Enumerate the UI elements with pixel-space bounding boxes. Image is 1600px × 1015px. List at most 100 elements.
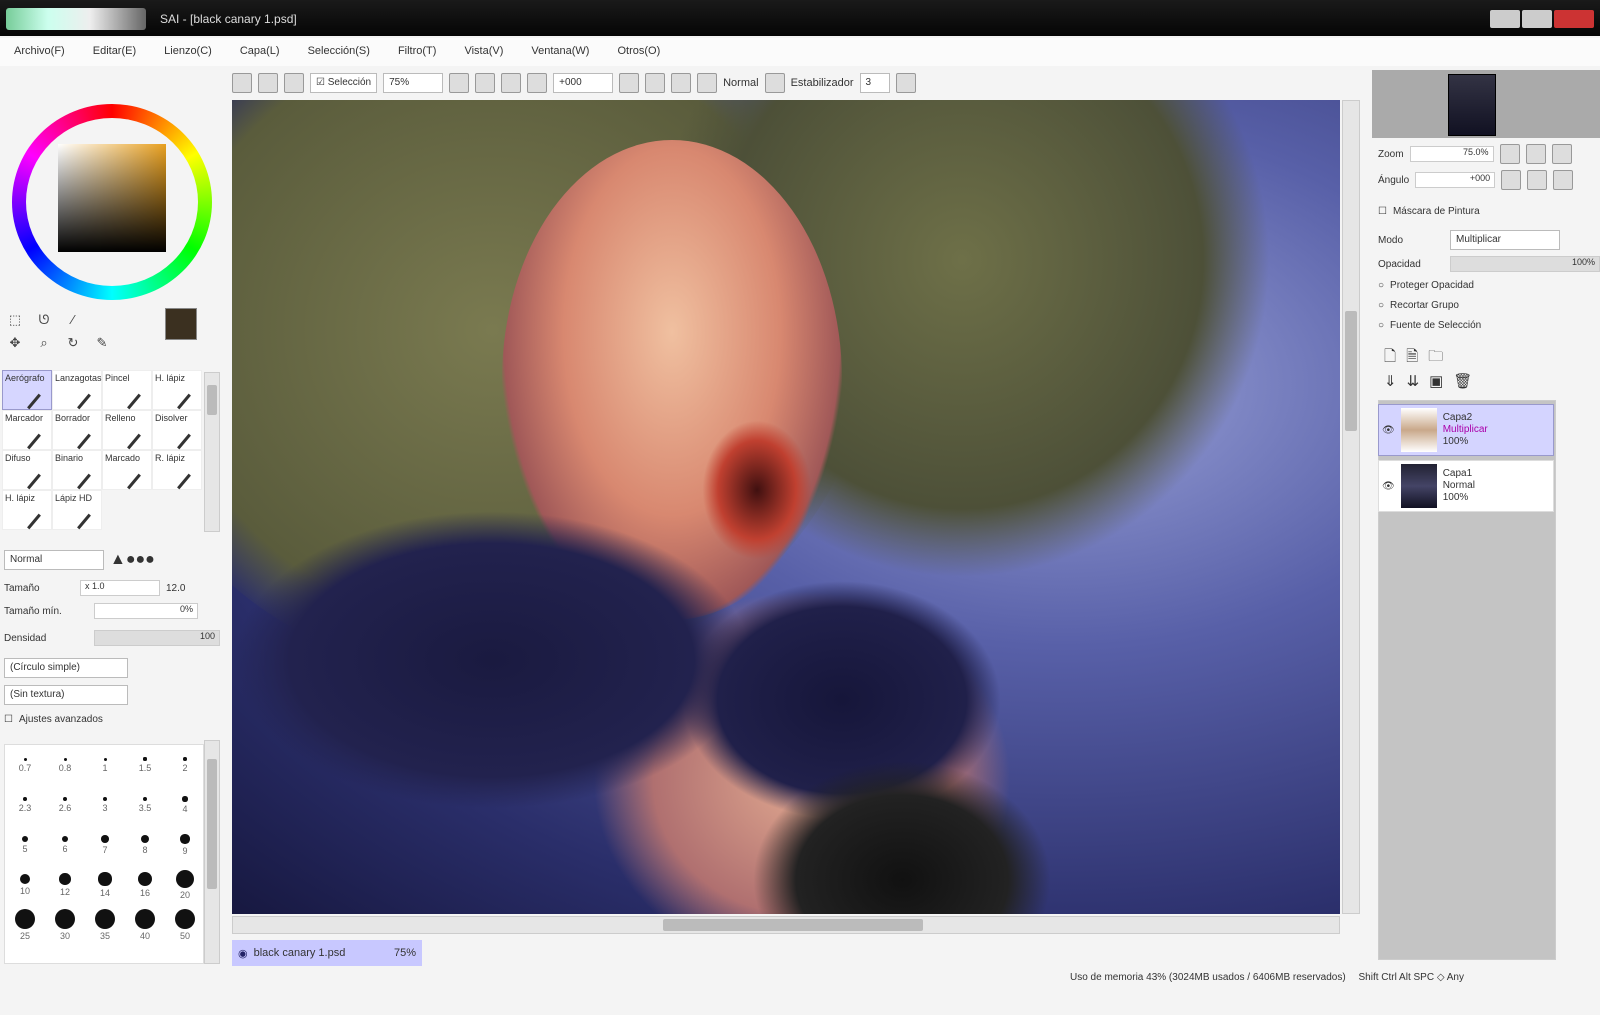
brush-size-option[interactable]: 2 [165,745,203,785]
invert-selection-button[interactable] [258,73,278,93]
rotate-reset-button[interactable] [671,73,692,93]
brush-scrollbar[interactable] [204,372,220,532]
brush-size-option[interactable]: 25 [5,905,45,945]
close-button[interactable] [1554,10,1594,28]
brush-size-option[interactable]: 1.5 [125,745,165,785]
minimize-button[interactable] [1490,10,1520,28]
brush-size-option[interactable]: 9 [165,825,203,865]
density-slider[interactable]: 100 [94,630,220,646]
eyedropper-icon[interactable]: ✎ [91,335,113,355]
brush-size-option[interactable]: 5 [5,825,45,865]
new-linework-layer-icon[interactable]: 🗎 [1406,346,1418,371]
menu-others[interactable]: Otros(O) [617,45,660,59]
menu-view[interactable]: Vista(V) [464,45,503,59]
brush-size-option[interactable]: 35 [85,905,125,945]
selection-source-row[interactable]: ○ Fuente de Selección [1378,320,1481,331]
brush-tip-shapes[interactable]: ▲●●● [110,551,155,569]
layer-item[interactable]: 👁 Capa1 Normal 100% [1378,460,1554,512]
canvas-vertical-scrollbar[interactable] [1342,100,1360,914]
blend-mode-select[interactable]: Normal [4,550,104,570]
protect-opacity-radio[interactable]: ○ [1378,280,1384,291]
brush-size-option[interactable]: 6 [45,825,85,865]
zoom-field[interactable]: 75% [383,73,444,93]
brush-size-option[interactable]: 0.7 [5,745,45,785]
drawing-canvas[interactable] [232,100,1340,914]
hide-selection-button[interactable] [284,73,304,93]
size-multiplier[interactable]: x 1.0 [80,580,160,596]
zoom-fit-button[interactable] [527,73,548,93]
min-size-slider[interactable]: 0% [94,603,198,619]
brush-size-option[interactable]: 20 [165,865,203,905]
menu-window[interactable]: Ventana(W) [531,45,589,59]
visibility-eye-icon[interactable]: 👁 [1382,481,1395,492]
nav-zoom-slider[interactable]: 75.0% [1409,146,1494,162]
layer-mode-select[interactable]: Multiplicar [1450,230,1560,250]
brush-size-option[interactable]: 2.3 [5,785,45,825]
brush-tool-slot[interactable]: Disolver [152,410,202,450]
zoom-icon[interactable]: ⌕ [33,335,55,355]
stabilizer-field[interactable]: 3 [859,73,890,93]
color-saturation-value-square[interactable] [58,144,166,252]
new-layer-icon[interactable]: 🗋 [1384,346,1396,371]
flip-button[interactable] [697,73,718,93]
new-folder-icon[interactable]: 🗀 [1428,346,1443,371]
brush-tool-slot[interactable]: H. lápiz [2,490,52,530]
brush-size-option[interactable]: 40 [125,905,165,945]
paint-mask-row[interactable]: ☐ Máscara de Pintura [1378,206,1480,217]
brush-size-option[interactable]: 2.6 [45,785,85,825]
menu-selection[interactable]: Selección(S) [308,45,370,59]
advanced-checkbox[interactable]: ☐ [4,714,13,725]
brush-tool-slot[interactable]: Relleno [102,410,152,450]
brush-tool-slot[interactable]: H. lápiz [152,370,202,410]
move-icon[interactable]: ✥ [4,335,26,355]
transfer-down-icon[interactable]: ⇓ [1384,372,1397,390]
visibility-eye-icon[interactable]: 👁 [1382,425,1395,436]
brush-size-option[interactable]: 8 [125,825,165,865]
brush-tool-slot[interactable]: Pincel [102,370,152,410]
selection-checkbox[interactable]: ☑ Selección [310,73,378,93]
brush-tool-slot[interactable]: Marcador [2,410,52,450]
menu-canvas[interactable]: Lienzo(C) [164,45,212,59]
menu-edit[interactable]: Editar(E) [93,45,136,59]
delete-layer-icon[interactable]: 🗑 [1453,372,1472,390]
paint-mask-checkbox[interactable]: ☐ [1378,206,1387,217]
brush-size-option[interactable]: 0.8 [45,745,85,785]
mode-dropdown[interactable] [764,73,785,93]
angle-field[interactable]: +000 [553,73,614,93]
selection-source-radio[interactable]: ○ [1378,320,1384,331]
brush-tool-slot[interactable]: Lanzagotas [52,370,102,410]
menu-file[interactable]: Archivo(F) [14,45,65,59]
menu-layer[interactable]: Capa(L) [240,45,280,59]
brush-size-option[interactable]: 14 [85,865,125,905]
layer-opacity-slider[interactable]: 100% [1450,256,1600,272]
magic-wand-icon[interactable]: ⁄ [62,312,84,332]
brush-size-option[interactable]: 4 [165,785,203,825]
brush-size-option[interactable]: 10 [5,865,45,905]
brush-size-option[interactable]: 3.5 [125,785,165,825]
brush-size-option[interactable]: 12 [45,865,85,905]
advanced-row[interactable]: ☐ Ajustes avanzados [4,714,103,725]
brush-size-option[interactable]: 7 [85,825,125,865]
zoom-reset-button[interactable] [501,73,522,93]
brush-tool-slot[interactable]: Aerógrafo [2,370,52,410]
rotate-left-button[interactable] [619,73,640,93]
menu-filter[interactable]: Filtro(T) [398,45,437,59]
layer-item[interactable]: 👁 Capa2 Multiplicar 100% [1378,404,1554,456]
maximize-button[interactable] [1522,10,1552,28]
brush-size-option[interactable]: 30 [45,905,85,945]
stabilizer-dropdown[interactable] [895,73,916,93]
canvas-horizontal-scrollbar[interactable] [232,916,1340,934]
rotate-right-button[interactable] [645,73,666,93]
protect-opacity-row[interactable]: ○ Proteger Opacidad [1378,280,1474,291]
rotate-icon[interactable]: ↻ [62,335,84,355]
brush-tool-slot[interactable]: Marcado [102,450,152,490]
zoom-out-button[interactable] [449,73,470,93]
deselect-button[interactable] [232,73,252,93]
brush-tool-slot[interactable]: Binario [52,450,102,490]
select-rect-icon[interactable]: ⬚ [4,312,26,332]
clear-layer-icon[interactable]: ▣ [1429,372,1443,390]
brush-texture-select[interactable]: (Sin textura) [4,685,128,705]
navigator-preview[interactable] [1372,70,1600,138]
brush-tool-slot[interactable]: R. lápiz [152,450,202,490]
current-color-swatch[interactable] [165,308,197,340]
